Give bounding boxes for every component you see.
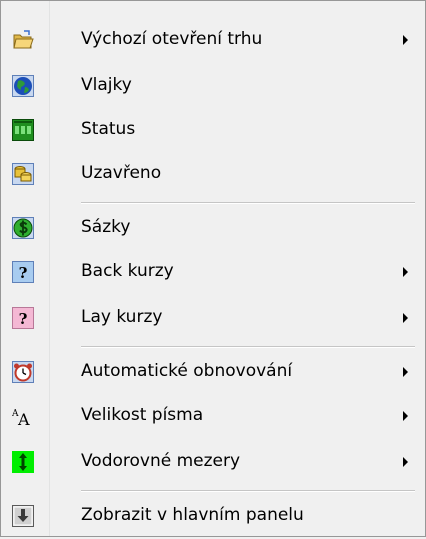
submenu-arrow-icon [403, 313, 408, 323]
menu-item-label: Sázky [81, 217, 131, 237]
menu-item-back-odds[interactable]: ? Back kurzy [1, 249, 425, 295]
question-icon: ? [12, 261, 34, 283]
menu-item-label: Zobrazit v hlavním panelu [81, 505, 304, 525]
menu-separator [81, 202, 415, 204]
menu-separator [81, 346, 415, 348]
menu-item-label: Status [81, 119, 136, 139]
menu-item-label: Vodorovné mezery [81, 451, 241, 471]
menu-item-label: Výchozí otevření trhu [81, 29, 263, 49]
alarm-clock-icon [12, 361, 34, 383]
menu-item-auto-refresh[interactable]: Automatické obnovování [1, 349, 425, 395]
svg-text:?: ? [19, 264, 28, 282]
menu-item-label: Lay kurzy [81, 307, 163, 327]
question-icon: ? [12, 307, 34, 329]
menu-item-label: Automatické obnovování [81, 361, 293, 381]
menu-item-font-size[interactable]: A A Velikost písma [1, 393, 425, 439]
download-arrow-icon [12, 505, 34, 527]
menu-item-label: Velikost písma [81, 405, 204, 425]
submenu-arrow-icon [403, 367, 408, 377]
vertical-spacing-icon [12, 451, 34, 473]
font-size-icon: A A [12, 405, 34, 427]
submenu-arrow-icon [403, 457, 408, 467]
menu-item-show-in-main-panel[interactable]: Zobrazit v hlavním panelu [1, 493, 425, 539]
status-board-icon [12, 119, 34, 141]
menu-item-label: Back kurzy [81, 261, 174, 281]
coins-icon [12, 163, 34, 185]
menu-item-label: Uzavřeno [81, 163, 162, 183]
menu-item-closed[interactable]: Uzavřeno [1, 151, 425, 197]
submenu-arrow-icon [403, 411, 408, 421]
context-menu: Výchozí otevření trhu Vlajky Status Uzav… [0, 0, 426, 537]
menu-item-flags[interactable]: Vlajky [1, 63, 425, 109]
menu-item-label: Vlajky [81, 75, 132, 95]
menu-separator [81, 490, 415, 492]
menu-item-bets[interactable]: Sázky [1, 205, 425, 251]
font-size-large-glyph: A [17, 410, 30, 427]
dollar-icon [12, 217, 34, 239]
submenu-arrow-icon [403, 267, 408, 277]
open-folder-icon [12, 29, 34, 51]
menu-item-status[interactable]: Status [1, 107, 425, 153]
submenu-arrow-icon [403, 35, 408, 45]
svg-text:?: ? [19, 310, 28, 328]
menu-item-default-market-open[interactable]: Výchozí otevření trhu [1, 17, 425, 63]
menu-item-horizontal-spacing[interactable]: Vodorovné mezery [1, 439, 425, 485]
globe-icon [12, 75, 34, 97]
menu-item-lay-odds[interactable]: ? Lay kurzy [1, 295, 425, 341]
